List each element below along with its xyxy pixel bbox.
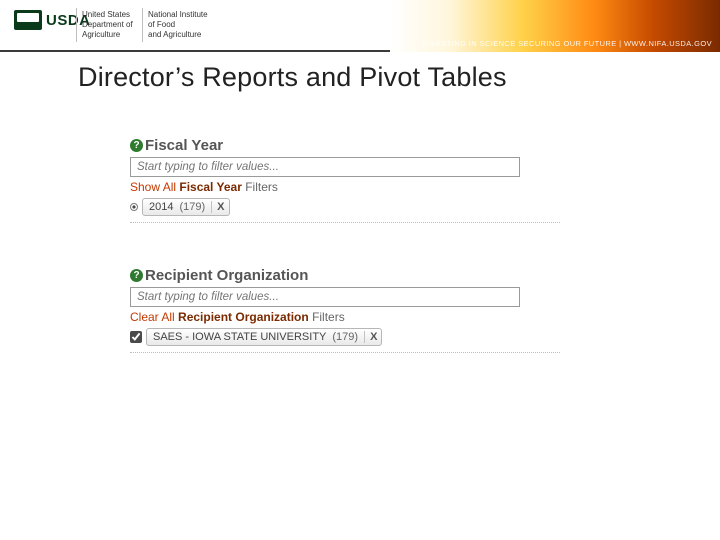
toggle-action: Show All [130,180,176,194]
panel-divider [130,222,560,223]
recipient-org-filter-input[interactable] [130,287,520,307]
header-gradient: INVESTING IN SCIENCE SECURING OUR FUTURE… [390,0,720,52]
toggle-label: Recipient Organization [178,310,309,324]
nifa-label: National Institute of Food and Agricultu… [148,10,210,40]
fiscal-year-filter-input[interactable] [130,157,520,177]
radio-icon[interactable] [130,203,138,211]
recipient-org-heading: Recipient Organization [145,267,308,284]
recipient-org-panel: ? Recipient Organization Clear All Recip… [130,267,560,353]
chip-count: (179) [332,331,358,343]
header-tagline: INVESTING IN SCIENCE SECURING OUR FUTURE… [422,39,712,48]
header-divider [76,8,77,42]
panel-header: ? Recipient Organization [130,267,560,287]
inst-line: National Institute [148,10,210,20]
recipient-org-toggle[interactable]: Clear All Recipient Organization Filters [130,310,560,324]
help-icon[interactable]: ? [130,139,143,152]
filter-panels: ? Fiscal Year Show All Fiscal Year Filte… [0,93,720,353]
fiscal-year-toggle[interactable]: Show All Fiscal Year Filters [130,180,560,194]
usda-badge-icon [14,10,42,30]
panel-header: ? Fiscal Year [130,137,560,157]
dept-line: Department of [82,20,138,30]
toggle-label: Fiscal Year [179,180,242,194]
dept-line: United States [82,10,138,20]
dept-line: Agriculture [82,30,138,40]
fiscal-year-chip[interactable]: 2014 (179) X [142,198,230,216]
fiscal-year-panel: ? Fiscal Year Show All Fiscal Year Filte… [130,137,560,223]
toggle-action: Clear All [130,310,175,324]
recipient-org-chip[interactable]: SAES - IOWA STATE UNIVERSITY (179) X [146,328,382,346]
panel-divider [130,352,560,353]
usda-logo: USDA [14,10,91,30]
slide-header: INVESTING IN SCIENCE SECURING OUR FUTURE… [0,0,720,52]
toggle-suffix: Filters [245,180,278,194]
recipient-org-chip-row: SAES - IOWA STATE UNIVERSITY (179) X [130,328,560,346]
fiscal-year-heading: Fiscal Year [145,137,223,154]
help-icon[interactable]: ? [130,269,143,282]
toggle-suffix: Filters [312,310,345,324]
inst-line: of Food [148,20,210,30]
chip-value: SAES - IOWA STATE UNIVERSITY [153,331,326,343]
slide-title: Director’s Reports and Pivot Tables [0,52,720,93]
chip-remove-icon[interactable]: X [211,201,224,213]
chip-value: 2014 [149,201,173,213]
fiscal-year-chip-row: 2014 (179) X [130,198,560,216]
inst-line: and Agriculture [148,30,210,40]
recipient-org-checkbox[interactable] [130,331,142,343]
dept-of-agriculture-label: United States Department of Agriculture [82,10,138,40]
chip-remove-icon[interactable]: X [364,331,377,343]
chip-count: (179) [179,201,205,213]
header-divider [142,8,143,42]
